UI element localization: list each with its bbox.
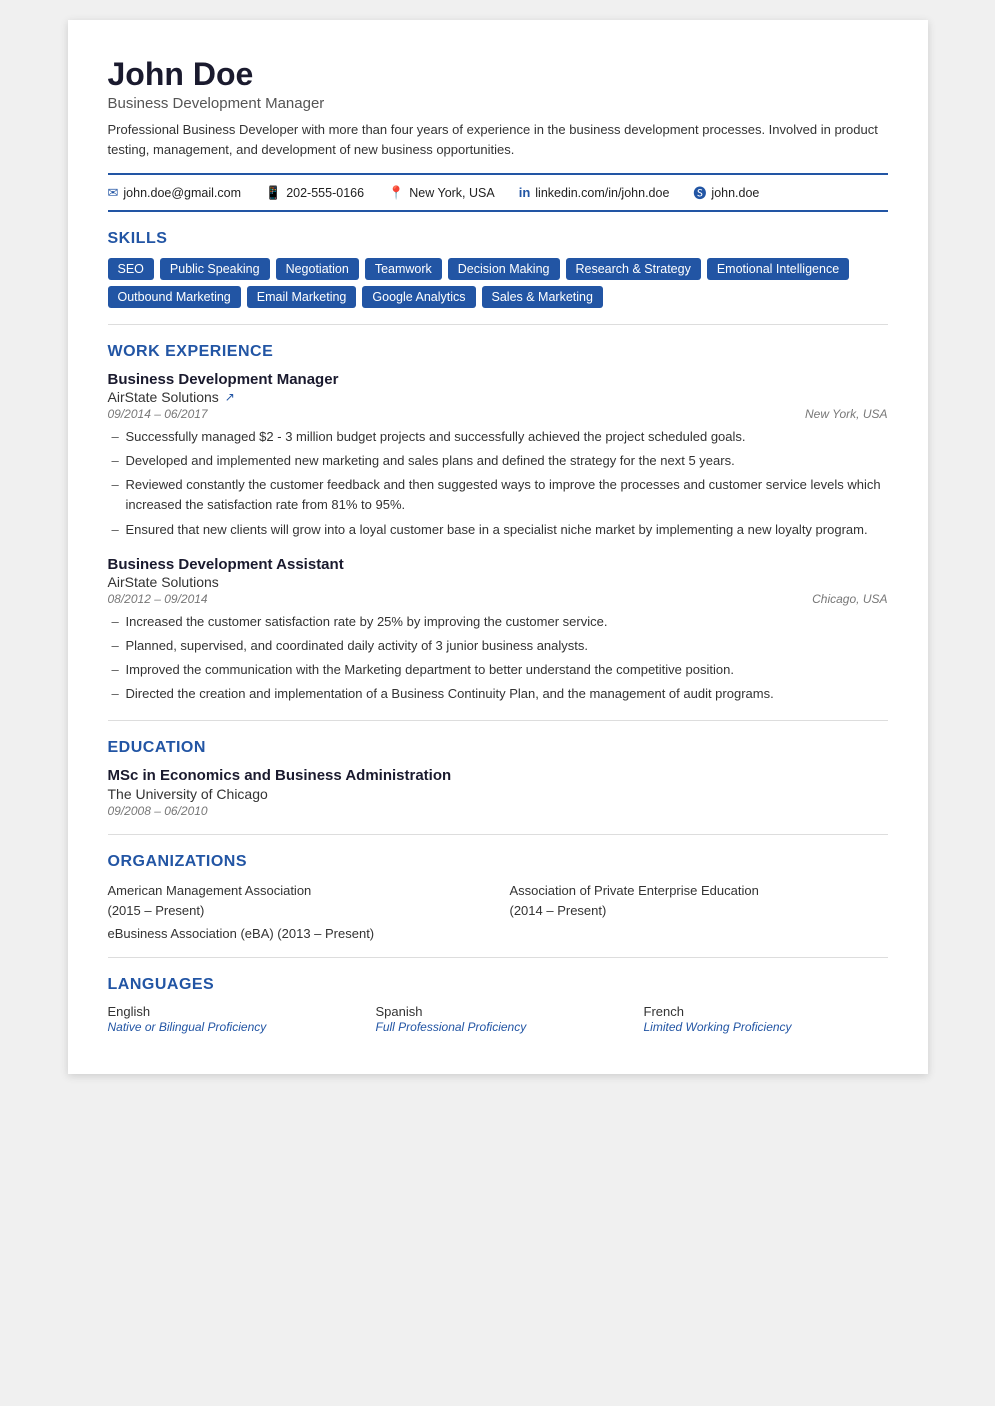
edu-dates: 09/2008 – 06/2010 — [108, 804, 888, 818]
linkedin-icon: in — [519, 185, 531, 200]
divider-skills-work — [108, 324, 888, 325]
job-dates: 08/2012 – 09/2014 — [108, 592, 208, 606]
job-bullets: Successfully managed $2 - 3 million budg… — [108, 427, 888, 540]
language-name: English — [108, 1004, 352, 1019]
job-entry: Business Development ManagerAirState Sol… — [108, 371, 888, 540]
divider-work-edu — [108, 720, 888, 721]
contact-linkedin: in linkedin.com/in/john.doe — [519, 185, 670, 200]
job-title: Business Development Manager — [108, 371, 888, 388]
job-company: AirState Solutions — [108, 574, 219, 590]
organizations-title: ORGANIZATIONS — [108, 853, 888, 871]
resume-document: John Doe Business Development Manager Pr… — [68, 20, 928, 1074]
job-bullets: Increased the customer satisfaction rate… — [108, 612, 888, 705]
contact-phone: 📱 202-555-0166 — [265, 185, 364, 201]
phone-icon: 📱 — [265, 185, 281, 201]
candidate-name: John Doe — [108, 56, 888, 93]
language-level: Native or Bilingual Proficiency — [108, 1020, 352, 1034]
education-section: EDUCATION MSc in Economics and Business … — [108, 739, 888, 818]
skills-title: SKILLS — [108, 230, 888, 248]
skill-tag: Email Marketing — [247, 286, 357, 308]
org-name: Association of Private Enterprise Educat… — [510, 883, 759, 898]
skill-tag: Research & Strategy — [566, 258, 701, 280]
job-title: Business Development Assistant — [108, 556, 888, 573]
language-level: Full Professional Proficiency — [376, 1020, 620, 1034]
job-company-row: AirState Solutions — [108, 574, 888, 590]
education-title: EDUCATION — [108, 739, 888, 757]
job-bullet: Increased the customer satisfaction rate… — [108, 612, 888, 632]
org-item: American Management Association (2015 – P… — [108, 881, 486, 920]
skills-section: SKILLS SEO Public Speaking Negotiation Team… — [108, 230, 888, 308]
edu-degree: MSc in Economics and Business Administra… — [108, 767, 888, 784]
skill-tag: SEO — [108, 258, 154, 280]
language-name: French — [644, 1004, 888, 1019]
job-dates: 09/2014 – 06/2017 — [108, 407, 208, 421]
org-name: American Management Association — [108, 883, 312, 898]
organizations-section: ORGANIZATIONS American Management Associ… — [108, 853, 888, 941]
language-entry: EnglishNative or Bilingual Proficiency — [108, 1004, 352, 1034]
job-bullet: Ensured that new clients will grow into … — [108, 520, 888, 540]
job-meta-row: 08/2012 – 09/2014 Chicago, USA — [108, 592, 888, 606]
job-bullet: Reviewed constantly the customer feedbac… — [108, 475, 888, 515]
job-bullet: Planned, supervised, and coordinated dai… — [108, 636, 888, 656]
work-experience-section: WORK EXPERIENCE Business Development Man… — [108, 343, 888, 704]
contact-bar: ✉ john.doe@gmail.com 📱 202-555-0166 📍 Ne… — [108, 173, 888, 212]
contact-skype: 🅢 john.doe — [693, 183, 759, 202]
divider-edu-orgs — [108, 834, 888, 835]
languages-title: LANGUAGES — [108, 976, 888, 994]
org-extra: eBusiness Association (eBA) (2013 – Pres… — [108, 926, 888, 941]
job-bullet: Developed and implemented new marketing … — [108, 451, 888, 471]
email-icon: ✉ — [108, 185, 119, 201]
org-years: (2015 – Present) — [108, 903, 205, 918]
contact-email: ✉ john.doe@gmail.com — [108, 185, 242, 201]
header-section: John Doe Business Development Manager Pr… — [108, 56, 888, 159]
candidate-title: Business Development Manager — [108, 95, 888, 112]
job-location: New York, USA — [805, 407, 887, 421]
languages-section: LANGUAGES EnglishNative or Bilingual Pro… — [108, 976, 888, 1034]
skill-tag: Public Speaking — [160, 258, 270, 280]
org-years: (2014 – Present) — [510, 903, 607, 918]
job-bullet: Successfully managed $2 - 3 million budg… — [108, 427, 888, 447]
divider-orgs-lang — [108, 957, 888, 958]
org-item: Association of Private Enterprise Educat… — [510, 881, 888, 920]
job-meta-row: 09/2014 – 06/2017 New York, USA — [108, 407, 888, 421]
job-bullet: Directed the creation and implementation… — [108, 684, 888, 704]
job-bullet: Improved the communication with the Mark… — [108, 660, 888, 680]
language-entry: SpanishFull Professional Proficiency — [376, 1004, 620, 1034]
education-entry: MSc in Economics and Business Administra… — [108, 767, 888, 818]
work-experience-title: WORK EXPERIENCE — [108, 343, 888, 361]
location-icon: 📍 — [388, 185, 404, 201]
external-link-icon: ↗ — [225, 390, 235, 404]
skill-tag: Teamwork — [365, 258, 442, 280]
job-company: AirState Solutions — [108, 389, 219, 405]
skill-tag: Outbound Marketing — [108, 286, 241, 308]
skype-icon: 🅢 — [693, 183, 706, 202]
skills-list: SEO Public Speaking Negotiation Teamwork Dec… — [108, 258, 888, 308]
language-level: Limited Working Proficiency — [644, 1020, 888, 1034]
job-company-row: AirState Solutions ↗ — [108, 389, 888, 405]
skill-tag: Negotiation — [276, 258, 359, 280]
contact-location: 📍 New York, USA — [388, 185, 495, 201]
skill-tag: Emotional Intelligence — [707, 258, 849, 280]
skill-tag: Sales & Marketing — [482, 286, 603, 308]
language-entry: FrenchLimited Working Proficiency — [644, 1004, 888, 1034]
job-location: Chicago, USA — [812, 592, 887, 606]
skill-tag: Decision Making — [448, 258, 560, 280]
edu-school: The University of Chicago — [108, 786, 888, 802]
candidate-summary: Professional Business Developer with mor… — [108, 120, 888, 159]
job-entry: Business Development AssistantAirState S… — [108, 556, 888, 705]
language-name: Spanish — [376, 1004, 620, 1019]
skill-tag: Google Analytics — [362, 286, 475, 308]
